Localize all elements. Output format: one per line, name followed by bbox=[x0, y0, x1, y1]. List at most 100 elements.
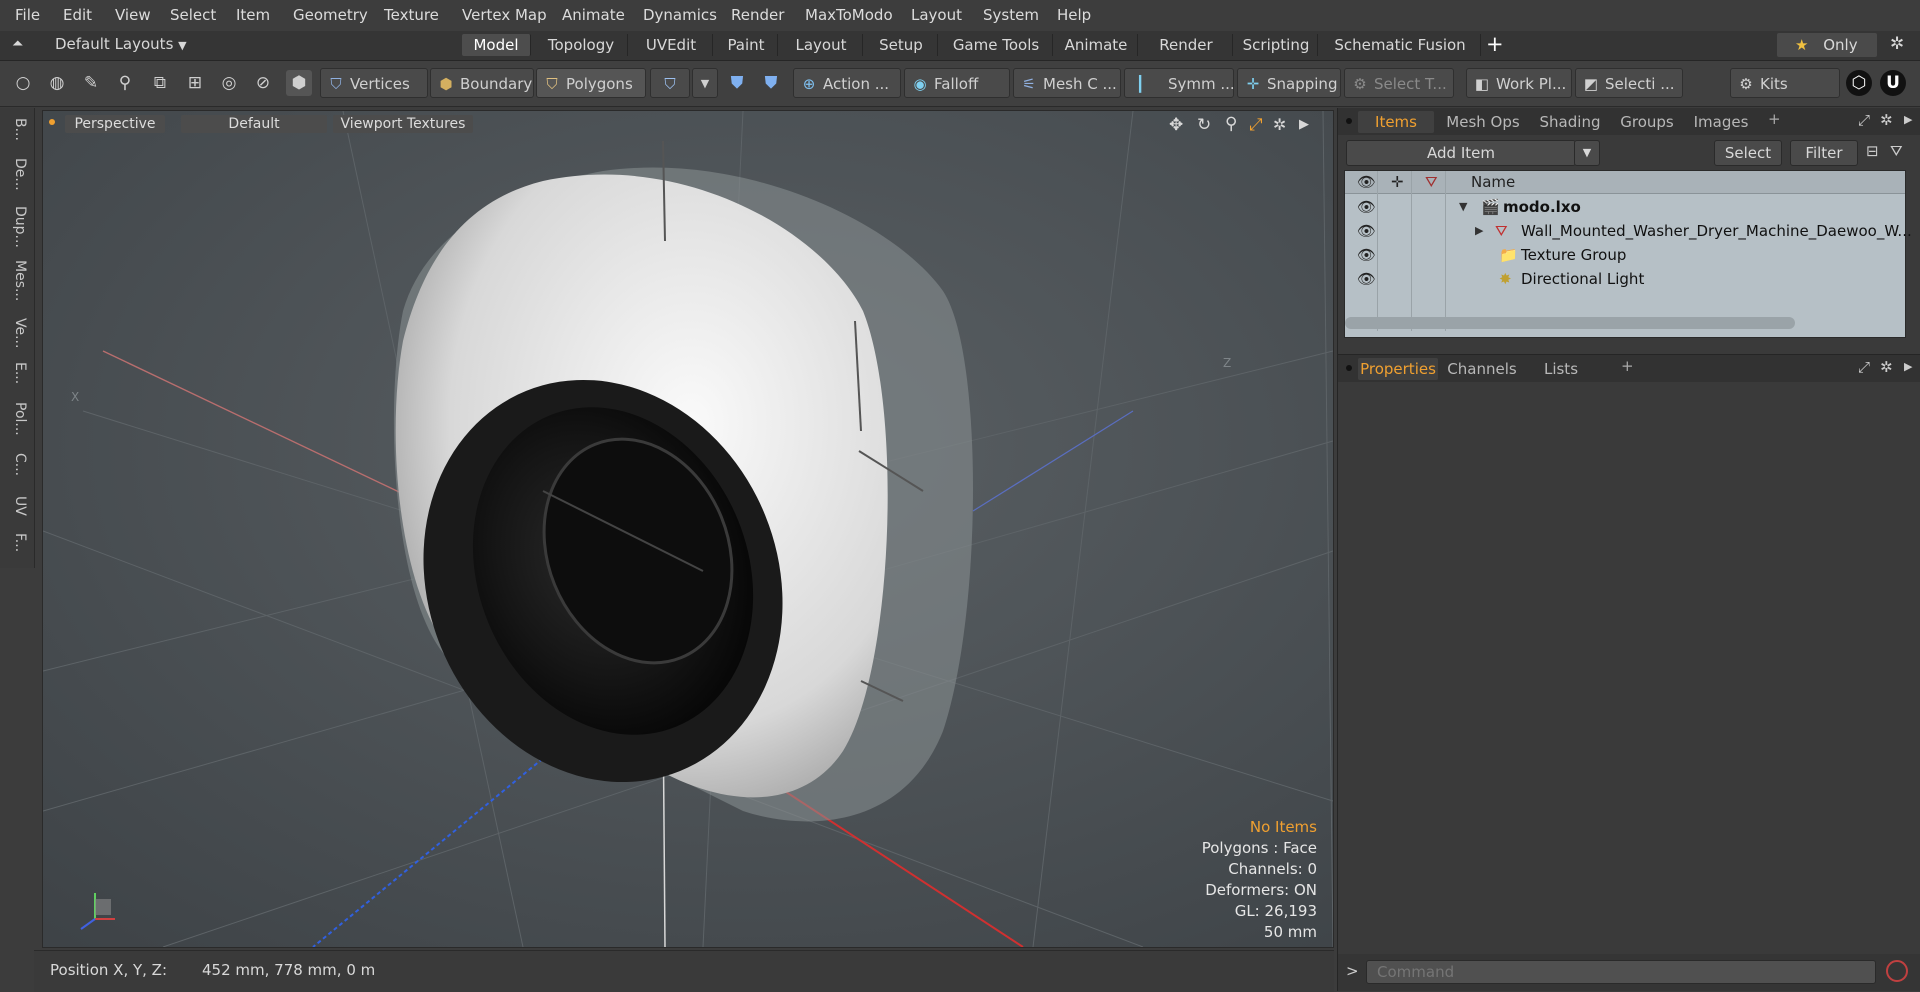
tab-items[interactable]: Items bbox=[1358, 111, 1434, 133]
selection-sets-button[interactable]: ◩ Selecti ... bbox=[1575, 68, 1683, 98]
tab-layout[interactable]: Layout bbox=[780, 34, 863, 56]
horizontal-scrollbar[interactable] bbox=[1345, 317, 1795, 329]
panel-gear-icon[interactable]: ✲ bbox=[1880, 358, 1893, 376]
tab-paint[interactable]: Paint bbox=[715, 34, 778, 56]
shield-select-icon[interactable]: ⛊ bbox=[724, 70, 750, 96]
default-layouts-dropdown[interactable]: Default Layouts ▼ bbox=[55, 35, 187, 53]
menu-select[interactable]: Select bbox=[170, 6, 216, 24]
work-plane-button[interactable]: ◧ Work Pl... bbox=[1466, 68, 1572, 98]
tab-game-tools[interactable]: Game Tools bbox=[940, 34, 1053, 56]
zoom-icon[interactable]: ⚲ bbox=[1225, 114, 1237, 134]
target-icon[interactable]: ◎ bbox=[216, 70, 242, 96]
viewport-perspective-button[interactable]: Perspective bbox=[65, 115, 165, 133]
boundary-button[interactable]: ⬢ Boundary bbox=[430, 68, 534, 98]
cube-icon[interactable]: ⬢ bbox=[286, 70, 312, 96]
panel-arrow-icon[interactable]: ▶ bbox=[1904, 360, 1912, 373]
tab-animate[interactable]: Animate bbox=[1055, 34, 1138, 56]
pan-icon[interactable]: ✥ bbox=[1169, 115, 1183, 135]
left-tab-fusion[interactable]: F... bbox=[6, 533, 28, 552]
menu-dynamics[interactable]: Dynamics bbox=[643, 6, 717, 24]
mode-dropdown[interactable]: ▼ bbox=[692, 68, 718, 98]
left-tab-uv[interactable]: UV bbox=[6, 496, 28, 516]
viewport-textures-button[interactable]: Viewport Textures bbox=[333, 115, 473, 133]
item-mode-button[interactable]: ⛉ bbox=[650, 68, 690, 98]
slash-circle-icon[interactable]: ⊘ bbox=[250, 70, 276, 96]
left-tab-curve[interactable]: C... bbox=[6, 453, 28, 476]
polygons-button[interactable]: ⛉ Polygons bbox=[536, 68, 646, 98]
falloff-button[interactable]: ◉ Falloff bbox=[904, 68, 1010, 98]
menu-geometry[interactable]: Geometry bbox=[293, 6, 368, 24]
panel-dot-icon[interactable] bbox=[1346, 118, 1352, 124]
eye-icon[interactable]: 👁 bbox=[1357, 219, 1376, 243]
menu-maxtomodo[interactable]: MaxToModo bbox=[805, 6, 893, 24]
tab-lists[interactable]: Lists bbox=[1526, 358, 1596, 380]
scene-canvas[interactable]: X Z bbox=[43, 111, 1333, 947]
tab-mesh-ops[interactable]: Mesh Ops bbox=[1438, 111, 1528, 133]
maximize-icon[interactable]: ⤢ bbox=[1249, 115, 1263, 135]
tab-model[interactable]: Model bbox=[462, 34, 531, 56]
panel-gear-icon[interactable]: ✲ bbox=[1880, 111, 1893, 129]
tab-uvedit[interactable]: UVEdit bbox=[630, 34, 713, 56]
select-button[interactable]: Select bbox=[1714, 140, 1782, 166]
record-icon[interactable] bbox=[1886, 960, 1908, 982]
menu-animate[interactable]: Animate bbox=[562, 6, 625, 24]
panel-dot-icon[interactable] bbox=[1346, 365, 1352, 371]
tab-scripting[interactable]: Scripting bbox=[1235, 34, 1318, 56]
only-toggle[interactable]: ★ Only bbox=[1777, 33, 1877, 57]
mesh-constraint-button[interactable]: ⚟ Mesh C ... bbox=[1013, 68, 1121, 98]
select-through-button[interactable]: ⚙ Select T... bbox=[1344, 68, 1454, 98]
left-tab-duplicate[interactable]: Dup... bbox=[6, 206, 28, 248]
unity-icon[interactable]: ⬡ bbox=[1846, 70, 1872, 96]
menu-file[interactable]: File bbox=[15, 6, 40, 24]
tab-render[interactable]: Render bbox=[1140, 34, 1233, 56]
viewport-dot-icon[interactable] bbox=[49, 119, 55, 125]
pen-icon[interactable]: ✎ bbox=[78, 70, 104, 96]
tab-properties[interactable]: Properties bbox=[1358, 358, 1438, 380]
action-center-button[interactable]: ⊕ Action ... bbox=[793, 68, 901, 98]
left-tab-mesh-edit[interactable]: Mes... bbox=[6, 260, 28, 301]
viewport-style-button[interactable]: Default bbox=[181, 115, 327, 133]
menu-item[interactable]: Item bbox=[236, 6, 270, 24]
kits-button[interactable]: ⚙ Kits bbox=[1730, 68, 1840, 98]
brush-icon[interactable]: ⚲ bbox=[112, 70, 138, 96]
grid-icon[interactable]: ⊞ bbox=[182, 70, 208, 96]
panel-arrow-icon[interactable]: ▶ bbox=[1904, 113, 1912, 126]
add-item-button[interactable]: Add Item bbox=[1346, 140, 1576, 166]
menu-edit[interactable]: Edit bbox=[63, 6, 92, 24]
layers-icon[interactable]: ⧉ bbox=[147, 70, 173, 96]
tab-channels[interactable]: Channels bbox=[1442, 358, 1522, 380]
add-item-dropdown[interactable]: ▼ bbox=[1574, 140, 1600, 166]
3d-viewport[interactable]: X Z Perspective Default Viewport Texture… bbox=[42, 110, 1334, 948]
symmetry-button[interactable]: ┃ Symm ... bbox=[1124, 68, 1235, 98]
unreal-icon[interactable]: U bbox=[1880, 70, 1906, 96]
play-icon[interactable]: ▶ bbox=[1299, 117, 1309, 132]
funnel-icon[interactable]: ⛛ bbox=[1890, 142, 1903, 160]
tree-row-light[interactable]: 👁 ✸ Directional Light bbox=[1345, 267, 1893, 291]
collapse-list-icon[interactable]: ⊟ bbox=[1866, 142, 1879, 160]
left-tab-edge[interactable]: E... bbox=[6, 362, 28, 384]
menu-layout[interactable]: Layout bbox=[911, 6, 962, 24]
add-panel-tab-button[interactable]: + bbox=[1621, 357, 1634, 375]
tab-setup[interactable]: Setup bbox=[865, 34, 938, 56]
left-tab-basic[interactable]: B... bbox=[6, 118, 28, 141]
globe-icon[interactable]: ◍ bbox=[44, 70, 70, 96]
tree-row-scene[interactable]: 👁 ▼ 🎬 modo.lxo bbox=[1345, 195, 1893, 219]
tree-row-texture-group[interactable]: 👁 📁 Texture Group bbox=[1345, 243, 1893, 267]
menu-help[interactable]: Help bbox=[1057, 6, 1091, 24]
rotate-icon[interactable]: ↻ bbox=[1197, 115, 1211, 135]
left-tab-deform[interactable]: De... bbox=[6, 158, 28, 191]
left-tab-vertex[interactable]: Ve... bbox=[6, 318, 28, 348]
tab-schematic-fusion[interactable]: Schematic Fusion bbox=[1320, 34, 1481, 56]
tab-shading[interactable]: Shading bbox=[1532, 111, 1608, 133]
eye-icon[interactable]: 👁 bbox=[1357, 195, 1376, 219]
add-tab-button[interactable]: + bbox=[1486, 32, 1504, 56]
tab-topology[interactable]: Topology bbox=[535, 34, 628, 56]
shield-deselect-icon[interactable]: ⛊ bbox=[758, 70, 784, 96]
circle-select-icon[interactable]: ○ bbox=[10, 70, 36, 96]
vertices-button[interactable]: ⛉ Vertices bbox=[320, 68, 428, 98]
viewport-gear-icon[interactable]: ✲ bbox=[1273, 115, 1286, 134]
menu-render[interactable]: Render bbox=[731, 6, 784, 24]
menu-view[interactable]: View bbox=[115, 6, 151, 24]
add-panel-tab-button[interactable]: + bbox=[1768, 110, 1781, 128]
item-list[interactable]: 👁 ✛ ⛛ Name 👁 ▼ 🎬 modo.lxo 👁 ▶ ⛛ Wall_Mou… bbox=[1344, 170, 1912, 338]
